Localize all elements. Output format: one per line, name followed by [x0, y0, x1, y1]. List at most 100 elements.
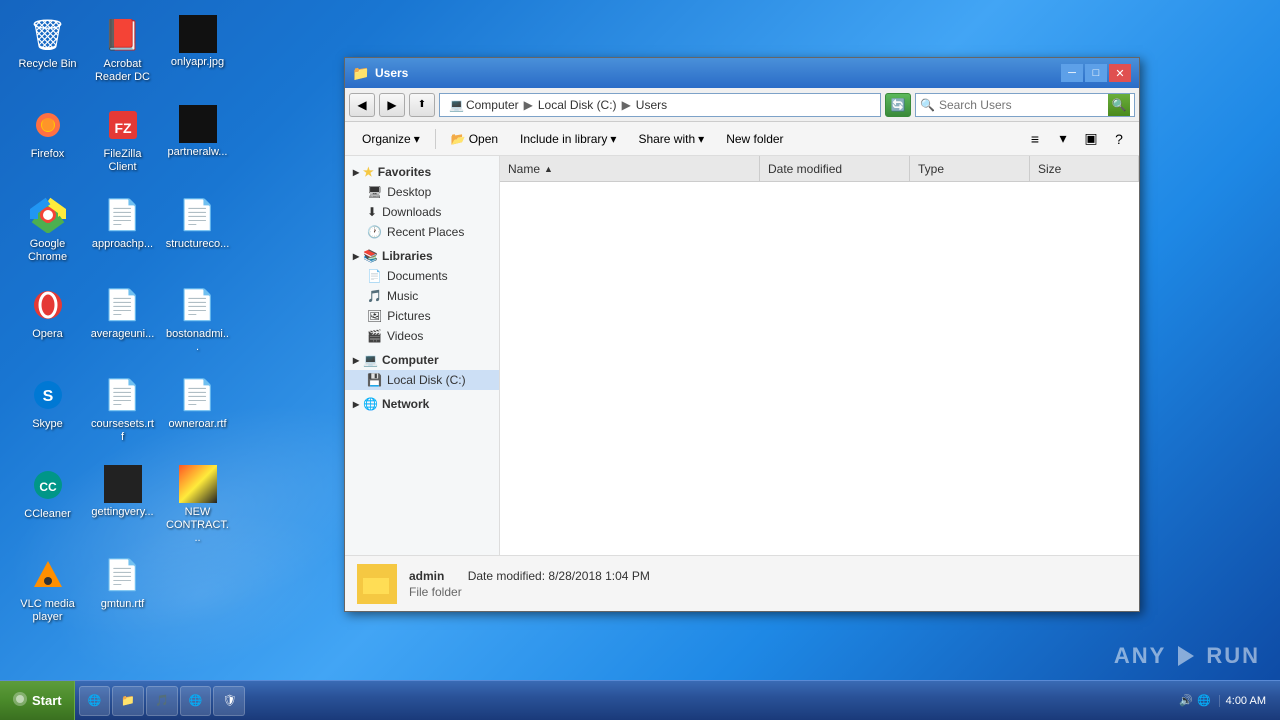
taskbar-item-security[interactable]: 🛡: [213, 686, 245, 716]
col-header-type[interactable]: Type: [910, 156, 1030, 181]
desktop-icon-gettingvery[interactable]: gettingvery...: [85, 460, 160, 550]
help-button[interactable]: ?: [1107, 127, 1131, 151]
window-title: Users: [375, 66, 1055, 80]
col-size-label: Size: [1038, 162, 1061, 176]
onlyapr-icon: [179, 15, 217, 53]
averageuni-label: averageuni...: [91, 328, 155, 341]
nav-item-documents[interactable]: 📄 Documents: [345, 266, 499, 286]
view-toggle-button[interactable]: ≡: [1023, 127, 1047, 151]
recent-places-nav-icon: 🕐: [367, 225, 382, 239]
system-clock[interactable]: 4:00 AM: [1219, 695, 1272, 707]
network-header[interactable]: ▸ 🌐 Network: [345, 394, 499, 414]
desktop-icon-coursesets[interactable]: 📄 coursesets.rtf: [85, 370, 160, 460]
back-button[interactable]: ◀: [349, 93, 375, 117]
libraries-header[interactable]: ▸ 📚 Libraries: [345, 246, 499, 266]
local-disk-nav-icon: 💾: [367, 373, 382, 387]
maximize-button[interactable]: □: [1085, 64, 1107, 82]
organize-button[interactable]: Organize ▾: [353, 126, 429, 152]
desktop-icon-gmtun[interactable]: 📄 gmtun.rtf: [85, 550, 160, 640]
minimize-button[interactable]: ─: [1061, 64, 1083, 82]
nav-item-local-disk[interactable]: 💾 Local Disk (C:): [345, 370, 499, 390]
computer-header[interactable]: ▸ 💻 Computer: [345, 350, 499, 370]
network-section: ▸ 🌐 Network: [345, 394, 499, 414]
address-path[interactable]: 💻 Computer ▶ Local Disk (C:) ▶ Users: [439, 93, 881, 117]
tray-volume-icon[interactable]: 🔊: [1179, 694, 1193, 707]
taskbar-item-explorer[interactable]: 📁: [112, 686, 144, 716]
path-computer[interactable]: 💻 Computer: [446, 97, 522, 113]
gettingvery-label: gettingvery...: [91, 506, 153, 519]
col-header-name[interactable]: Name ▲: [500, 156, 760, 181]
start-label: Start: [32, 693, 62, 708]
desktop-icons-area: 🗑 Recycle Bin 📕 Acrobat Reader DC onlyap…: [0, 0, 330, 690]
tray-network-icon[interactable]: 🌐: [1197, 694, 1211, 707]
anyrun-text: ANY: [1114, 643, 1166, 669]
desktop-icon-averageuni[interactable]: 📄 averageuni...: [85, 280, 160, 370]
preview-pane-button[interactable]: ▣: [1079, 127, 1103, 151]
open-label: Open: [469, 132, 498, 146]
nav-item-videos[interactable]: 🎬 Videos: [345, 326, 499, 346]
desktop-icon-approach[interactable]: 📄 approachp...: [85, 190, 160, 280]
desktop-icon-new-contract[interactable]: NEW CONTRACT...: [160, 460, 235, 550]
desktop-icon-vlc[interactable]: VLC media player: [10, 550, 85, 640]
averageuni-icon: 📄: [103, 285, 143, 325]
desktop-icon-bostonadmi[interactable]: 📄 bostonadmi...: [160, 280, 235, 370]
up-button[interactable]: ⬆: [409, 93, 435, 117]
desktop-icon-firefox[interactable]: Firefox: [10, 100, 85, 190]
desktop-icon-acrobat[interactable]: 📕 Acrobat Reader DC: [85, 10, 160, 100]
nav-item-music[interactable]: 🎵 Music: [345, 286, 499, 306]
desktop-icon-chrome[interactable]: Google Chrome: [10, 190, 85, 280]
col-header-date[interactable]: Date modified: [760, 156, 910, 181]
firefox-label: Firefox: [31, 148, 65, 161]
refresh-button[interactable]: 🔄: [885, 93, 911, 117]
col-header-size[interactable]: Size: [1030, 156, 1139, 181]
col-type-label: Type: [918, 162, 944, 176]
desktop-icon-recycle-bin[interactable]: 🗑 Recycle Bin: [10, 10, 85, 100]
forward-button[interactable]: ▶: [379, 93, 405, 117]
search-input[interactable]: [939, 98, 1104, 112]
nav-item-pictures[interactable]: 🖼 Pictures: [345, 306, 499, 326]
skype-icon: S: [28, 375, 68, 415]
status-filename: admin Date modified: 8/28/2018 1:04 PM: [409, 569, 650, 583]
desktop-icon-structure[interactable]: 📄 structureco...: [160, 190, 235, 280]
desktop-icon-partner[interactable]: partneralw...: [160, 100, 235, 190]
path-local-disk[interactable]: Local Disk (C:): [535, 97, 620, 113]
status-bar: admin Date modified: 8/28/2018 1:04 PM F…: [345, 555, 1139, 611]
desktop-icon-skype[interactable]: S Skype: [10, 370, 85, 460]
taskbar-item-ie[interactable]: 🌐: [79, 686, 111, 716]
new-contract-icon: [178, 465, 218, 503]
desktop: 🗑 Recycle Bin 📕 Acrobat Reader DC onlyap…: [0, 0, 1280, 720]
open-button[interactable]: 📂 Open: [442, 126, 507, 152]
desktop-nav-icon: 🖥: [367, 185, 382, 199]
desktop-icon-owneroar[interactable]: 📄 owneroar.rtf: [160, 370, 235, 460]
partner-icon: [179, 105, 217, 143]
nav-item-recent-places[interactable]: 🕐 Recent Places: [345, 222, 499, 242]
opera-label: Opera: [32, 328, 63, 341]
desktop-icon-opera[interactable]: Opera: [10, 280, 85, 370]
include-library-button[interactable]: Include in library ▾: [511, 126, 625, 152]
path-users[interactable]: Users: [633, 97, 670, 113]
taskbar-item-browser[interactable]: 🌐: [180, 686, 212, 716]
col-date-label: Date modified: [768, 162, 842, 176]
nav-item-desktop[interactable]: 🖥 Desktop: [345, 182, 499, 202]
favorites-header[interactable]: ▸ ★ Favorites: [345, 162, 499, 182]
desktop-icon-onlyapr[interactable]: onlyapr.jpg: [160, 10, 235, 100]
favorites-arrow-icon: ▸: [353, 165, 359, 179]
pictures-nav-label: Pictures: [387, 309, 430, 323]
nav-item-downloads[interactable]: ⬇ Downloads: [345, 202, 499, 222]
clock-time: 4:00 AM: [1226, 695, 1266, 707]
search-box[interactable]: 🔍 🔍: [915, 93, 1135, 117]
status-name-value: admin: [409, 569, 444, 583]
close-button[interactable]: ✕: [1109, 64, 1131, 82]
start-button[interactable]: Start: [0, 681, 75, 720]
new-folder-button[interactable]: New folder: [717, 126, 792, 152]
search-submit-button[interactable]: 🔍: [1108, 94, 1130, 116]
view-dropdown-button[interactable]: ▾: [1051, 127, 1075, 151]
share-with-button[interactable]: Share with ▾: [629, 126, 713, 152]
taskbar-item-media[interactable]: 🎵: [146, 686, 178, 716]
anyrun-play-icon: [1172, 642, 1200, 670]
local-disk-nav-label: Local Disk (C:): [387, 373, 466, 387]
desktop-nav-label: Desktop: [387, 185, 431, 199]
desktop-icon-filezilla[interactable]: FZ FileZilla Client: [85, 100, 160, 190]
firefox-icon: [28, 105, 68, 145]
desktop-icon-ccleaner[interactable]: CC CCleaner: [10, 460, 85, 550]
